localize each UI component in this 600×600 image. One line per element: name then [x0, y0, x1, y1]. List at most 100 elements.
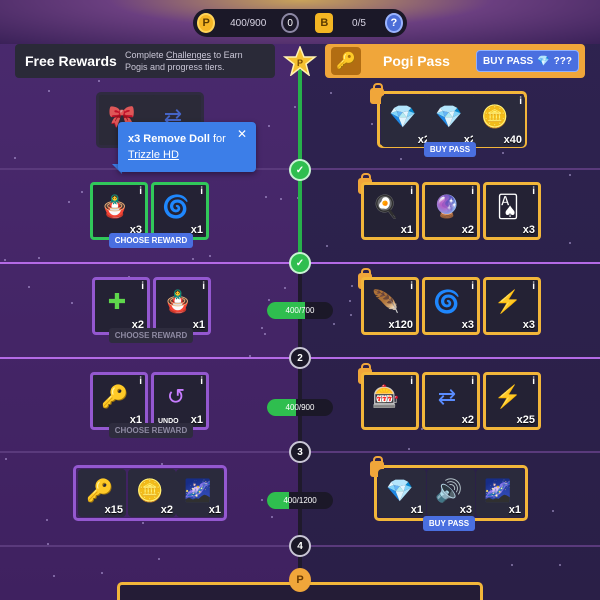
- star-dot: [46, 519, 48, 521]
- buy-pass-label[interactable]: BUY PASS: [423, 516, 475, 531]
- reward-art-icon: 💎: [389, 104, 417, 129]
- star-dot: [268, 125, 270, 127]
- choose-reward-button[interactable]: CHOOSE REWARD: [109, 423, 193, 438]
- reward-card[interactable]: 💎 x1: [378, 469, 426, 517]
- reward-card[interactable]: 🍳 x1 i: [361, 182, 419, 240]
- star-dot: [326, 245, 328, 247]
- reward-card[interactable]: 🎰 i: [361, 372, 419, 430]
- buy-pass-button[interactable]: BUY PASS 💎 ???: [476, 50, 579, 72]
- reward-card[interactable]: 🔑 x1 i: [90, 372, 148, 430]
- reward-card[interactable]: 🪆 x3 i: [90, 182, 148, 240]
- reward-card[interactable]: 🔮 x2 i: [422, 182, 480, 240]
- reward-card[interactable]: ⚡ x25 i: [483, 372, 541, 430]
- star-dot: [284, 287, 286, 289]
- milestone-node: 4: [289, 535, 311, 557]
- key-icon: 🔑: [331, 47, 361, 75]
- tier-progress-text: 400/1200: [283, 496, 317, 505]
- star-dot: [371, 123, 373, 125]
- tier-progress-text: 400/700: [285, 306, 315, 315]
- reward-card[interactable]: 🪙 x2: [128, 469, 176, 517]
- challenges-link[interactable]: Challenges: [166, 50, 211, 60]
- info-icon[interactable]: i: [410, 281, 413, 292]
- info-icon[interactable]: i: [410, 186, 413, 197]
- reward-card[interactable]: ↺ x1 i UNDO: [151, 372, 209, 430]
- info-icon[interactable]: i: [471, 281, 474, 292]
- star-dot: [4, 259, 6, 261]
- reward-card[interactable]: 🌌 x1: [476, 469, 524, 517]
- reward-card[interactable]: 🌀 x1 i: [151, 182, 209, 240]
- reward-art-icon: 🌌: [484, 478, 512, 503]
- info-icon[interactable]: i: [532, 376, 535, 387]
- star-dot: [48, 90, 50, 92]
- star-dot: [68, 201, 70, 203]
- currency-bar: P 400/900 0 B 0/5 ?: [193, 9, 407, 37]
- reward-card[interactable]: 🌌 x1: [176, 469, 224, 517]
- close-icon[interactable]: ✕: [234, 126, 250, 142]
- reward-art-icon: 🍳: [372, 194, 400, 219]
- info-icon[interactable]: i: [471, 186, 474, 197]
- tier-progress-text: 400/900: [285, 403, 315, 412]
- pogi-pass-title: Pogi Pass: [383, 53, 450, 69]
- reward-art-icon: ⚡: [494, 384, 522, 409]
- info-icon[interactable]: i: [532, 186, 535, 197]
- gem-icon: 💎: [537, 55, 550, 67]
- reward-card[interactable]: ⇄ x2 i: [422, 372, 480, 430]
- star-dot: [265, 196, 267, 198]
- choose-reward-button[interactable]: CHOOSE REWARD: [109, 328, 193, 343]
- reward-art-icon: 🌀: [433, 289, 461, 314]
- info-icon[interactable]: i: [519, 96, 522, 107]
- free-rewards-title: Free Rewards: [25, 53, 117, 69]
- tooltip-title: x3 Remove Doll: [128, 133, 210, 145]
- reward-card[interactable]: 🌀 x3 i: [422, 277, 480, 335]
- reward-card[interactable]: 🂡 x3 i: [483, 182, 541, 240]
- star-dot: [330, 92, 332, 94]
- reward-art-icon: 🪆: [164, 289, 192, 314]
- tooltip-game-link[interactable]: Trizzle HD: [128, 149, 179, 161]
- milestone-node: 3: [289, 441, 311, 463]
- help-button[interactable]: ?: [384, 13, 403, 33]
- info-icon[interactable]: i: [200, 376, 203, 387]
- reward-card[interactable]: 🪶 x120 i: [361, 277, 419, 335]
- choose-reward-button[interactable]: CHOOSE REWARD: [109, 233, 193, 248]
- reward-art-icon: ⇄: [437, 384, 457, 409]
- star-dot: [349, 300, 351, 302]
- reward-card[interactable]: 🪙 x40 i: [473, 95, 525, 147]
- info-icon[interactable]: i: [410, 376, 413, 387]
- star-dot: [569, 242, 571, 244]
- reward-card[interactable]: 💎 x2 i: [427, 95, 479, 147]
- reward-art-icon: ✚: [107, 289, 127, 314]
- milestone-node-complete: ✓: [289, 252, 311, 274]
- info-icon[interactable]: i: [200, 186, 203, 197]
- star-dot: [268, 299, 270, 301]
- star-icon: P: [283, 46, 317, 76]
- info-icon[interactable]: i: [139, 186, 142, 197]
- buy-pass-label[interactable]: BUY PASS: [424, 142, 476, 157]
- reward-art-icon: 🔑: [101, 384, 129, 409]
- reward-card[interactable]: ⚡ x3 i: [483, 277, 541, 335]
- star-dot: [559, 564, 561, 566]
- reward-art-icon: ↺: [166, 384, 186, 409]
- info-icon[interactable]: i: [532, 281, 535, 292]
- star-dot: [400, 158, 402, 160]
- info-icon[interactable]: i: [139, 376, 142, 387]
- info-icon[interactable]: i: [471, 376, 474, 387]
- reward-card[interactable]: 🔊 x3: [427, 469, 475, 517]
- milestone-node: 2: [289, 347, 311, 369]
- reward-card[interactable]: 🔑 x15: [78, 469, 126, 517]
- tier-progress-bar: 400/900: [267, 399, 333, 416]
- reward-art-icon: 🔮: [433, 194, 461, 219]
- star-dot: [408, 448, 410, 450]
- star-dot: [569, 174, 571, 176]
- reward-card[interactable]: ✚ x2 i: [92, 277, 150, 335]
- star-dot: [53, 575, 55, 577]
- reward-card[interactable]: 💎 x2 i: [381, 95, 433, 147]
- reward-art-icon: ⚡: [494, 289, 522, 314]
- star-dot: [192, 258, 194, 260]
- reward-art-icon: 🪙: [136, 478, 164, 503]
- info-icon[interactable]: i: [141, 281, 144, 292]
- info-icon[interactable]: i: [202, 281, 205, 292]
- reward-card[interactable]: 🪆 x1 i: [153, 277, 211, 335]
- star-dot: [333, 323, 335, 325]
- reward-art-icon: 🔊: [435, 478, 463, 503]
- star-dot: [264, 333, 266, 335]
